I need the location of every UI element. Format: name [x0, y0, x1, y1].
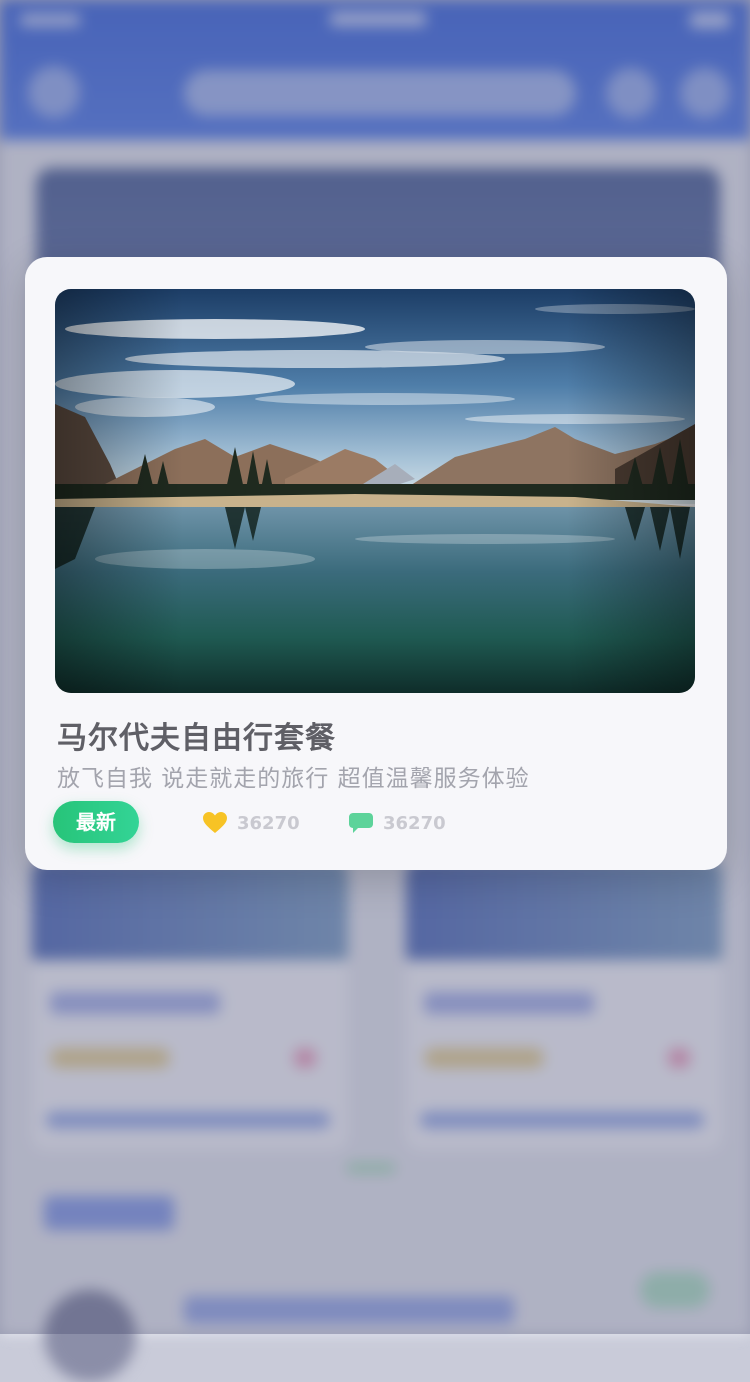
new-badge[interactable]: 最新 [53, 801, 139, 843]
heart-icon [203, 812, 227, 833]
trip-photo[interactable] [55, 289, 695, 693]
like-count: 36270 [237, 812, 300, 834]
comment-stat[interactable]: 36270 [349, 811, 446, 835]
like-stat[interactable]: 36270 [203, 811, 300, 835]
comment-icon [349, 813, 373, 833]
featured-trip-card[interactable]: 马尔代夫自由行套餐 放飞自我 说走就走的旅行 超值温馨服务体验 最新 36270… [25, 257, 727, 870]
trip-title: 马尔代夫自由行套餐 [57, 721, 336, 756]
trip-subtitle: 放飞自我 说走就走的旅行 超值温馨服务体验 [57, 766, 530, 792]
comment-count: 36270 [383, 812, 446, 834]
